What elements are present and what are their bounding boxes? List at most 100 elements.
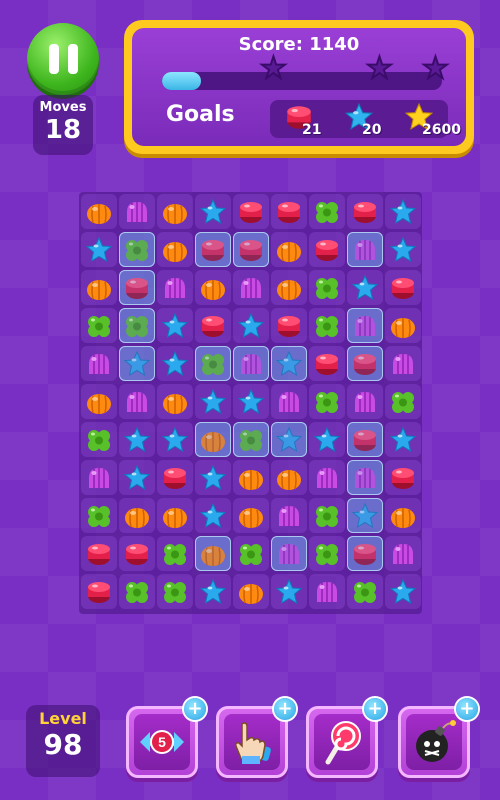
board-cell[interactable] (385, 574, 421, 609)
board-cell[interactable] (157, 498, 193, 533)
board-cell[interactable] (385, 460, 421, 495)
board-cell[interactable] (195, 270, 231, 305)
booster-bomb-button[interactable]: + (398, 698, 478, 778)
board-cell[interactable] (385, 536, 421, 571)
board-cell[interactable] (81, 232, 117, 267)
booster-bomb-plus[interactable]: + (456, 698, 478, 720)
board-cell[interactable] (81, 574, 117, 609)
booster-hand-swap-plus[interactable]: + (274, 698, 296, 720)
board-cell[interactable] (309, 308, 345, 343)
board-cell[interactable] (119, 346, 155, 381)
board-cell[interactable] (157, 574, 193, 609)
board-cell[interactable] (81, 346, 117, 381)
board-cell[interactable] (309, 194, 345, 229)
board-cell[interactable] (195, 232, 231, 267)
board-cell[interactable] (233, 536, 269, 571)
board-cell[interactable] (271, 536, 307, 571)
board-cell[interactable] (233, 384, 269, 419)
board-cell[interactable] (157, 232, 193, 267)
booster-extra-moves-button[interactable]: 5 + (126, 698, 206, 778)
board-cell[interactable] (385, 498, 421, 533)
board-cell[interactable] (119, 536, 155, 571)
booster-hand-swap-button[interactable]: + (216, 698, 296, 778)
board-cell[interactable] (309, 536, 345, 571)
board-cell[interactable] (347, 422, 383, 457)
board-cell[interactable] (81, 536, 117, 571)
board-cell[interactable] (309, 346, 345, 381)
board-cell[interactable] (81, 384, 117, 419)
board-cell[interactable] (347, 232, 383, 267)
board-cell[interactable] (347, 270, 383, 305)
board-cell[interactable] (385, 346, 421, 381)
board-cell[interactable] (309, 232, 345, 267)
board-cell[interactable] (195, 574, 231, 609)
board-cell[interactable] (385, 384, 421, 419)
board-cell[interactable] (347, 498, 383, 533)
board-cell[interactable] (233, 498, 269, 533)
board-cell[interactable] (309, 270, 345, 305)
board-cell[interactable] (347, 346, 383, 381)
board-cell[interactable] (385, 308, 421, 343)
booster-lollipop-plus[interactable]: + (364, 698, 386, 720)
board-cell[interactable] (271, 346, 307, 381)
board-cell[interactable] (157, 194, 193, 229)
board-cell[interactable] (119, 384, 155, 419)
board-cell[interactable] (309, 574, 345, 609)
board-cell[interactable] (271, 498, 307, 533)
board-cell[interactable] (233, 270, 269, 305)
board-cell[interactable] (81, 498, 117, 533)
board-cell[interactable] (119, 270, 155, 305)
game-board[interactable] (79, 192, 422, 614)
board-cell[interactable] (119, 460, 155, 495)
board-cell[interactable] (233, 232, 269, 267)
board-cell[interactable] (119, 498, 155, 533)
board-cell[interactable] (157, 346, 193, 381)
board-cell[interactable] (233, 194, 269, 229)
board-cell[interactable] (195, 460, 231, 495)
board-cell[interactable] (385, 422, 421, 457)
board-cell[interactable] (195, 194, 231, 229)
board-cell[interactable] (271, 384, 307, 419)
board-cell[interactable] (195, 422, 231, 457)
board-cell[interactable] (157, 536, 193, 571)
board-cell[interactable] (233, 460, 269, 495)
board-cell[interactable] (233, 574, 269, 609)
board-cell[interactable] (271, 232, 307, 267)
board-cell[interactable] (385, 194, 421, 229)
board-cell[interactable] (233, 308, 269, 343)
board-cell[interactable] (119, 308, 155, 343)
board-cell[interactable] (195, 346, 231, 381)
board-cell[interactable] (271, 574, 307, 609)
board-cell[interactable] (81, 308, 117, 343)
board-cell[interactable] (347, 460, 383, 495)
board-cell[interactable] (385, 270, 421, 305)
board-cell[interactable] (233, 346, 269, 381)
board-cell[interactable] (119, 194, 155, 229)
board-cell[interactable] (271, 308, 307, 343)
board-cell[interactable] (81, 460, 117, 495)
board-cell[interactable] (271, 194, 307, 229)
board-cell[interactable] (119, 232, 155, 267)
board-cell[interactable] (157, 460, 193, 495)
board-cell[interactable] (119, 574, 155, 609)
board-cell[interactable] (271, 270, 307, 305)
booster-lollipop-button[interactable]: + (306, 698, 386, 778)
board-cell[interactable] (195, 308, 231, 343)
board-cell[interactable] (195, 384, 231, 419)
board-cell[interactable] (119, 422, 155, 457)
board-cell[interactable] (309, 460, 345, 495)
board-cell[interactable] (271, 422, 307, 457)
board-cell[interactable] (157, 384, 193, 419)
board-cell[interactable] (347, 194, 383, 229)
board-cell[interactable] (157, 270, 193, 305)
board-cell[interactable] (347, 384, 383, 419)
board-cell[interactable] (81, 194, 117, 229)
board-cell[interactable] (309, 498, 345, 533)
booster-extra-moves-plus[interactable]: + (184, 698, 206, 720)
pause-button[interactable] (27, 23, 99, 95)
board-cell[interactable] (347, 536, 383, 571)
board-cell[interactable] (195, 498, 231, 533)
board-cell[interactable] (81, 422, 117, 457)
board-cell[interactable] (81, 270, 117, 305)
board-cell[interactable] (309, 422, 345, 457)
